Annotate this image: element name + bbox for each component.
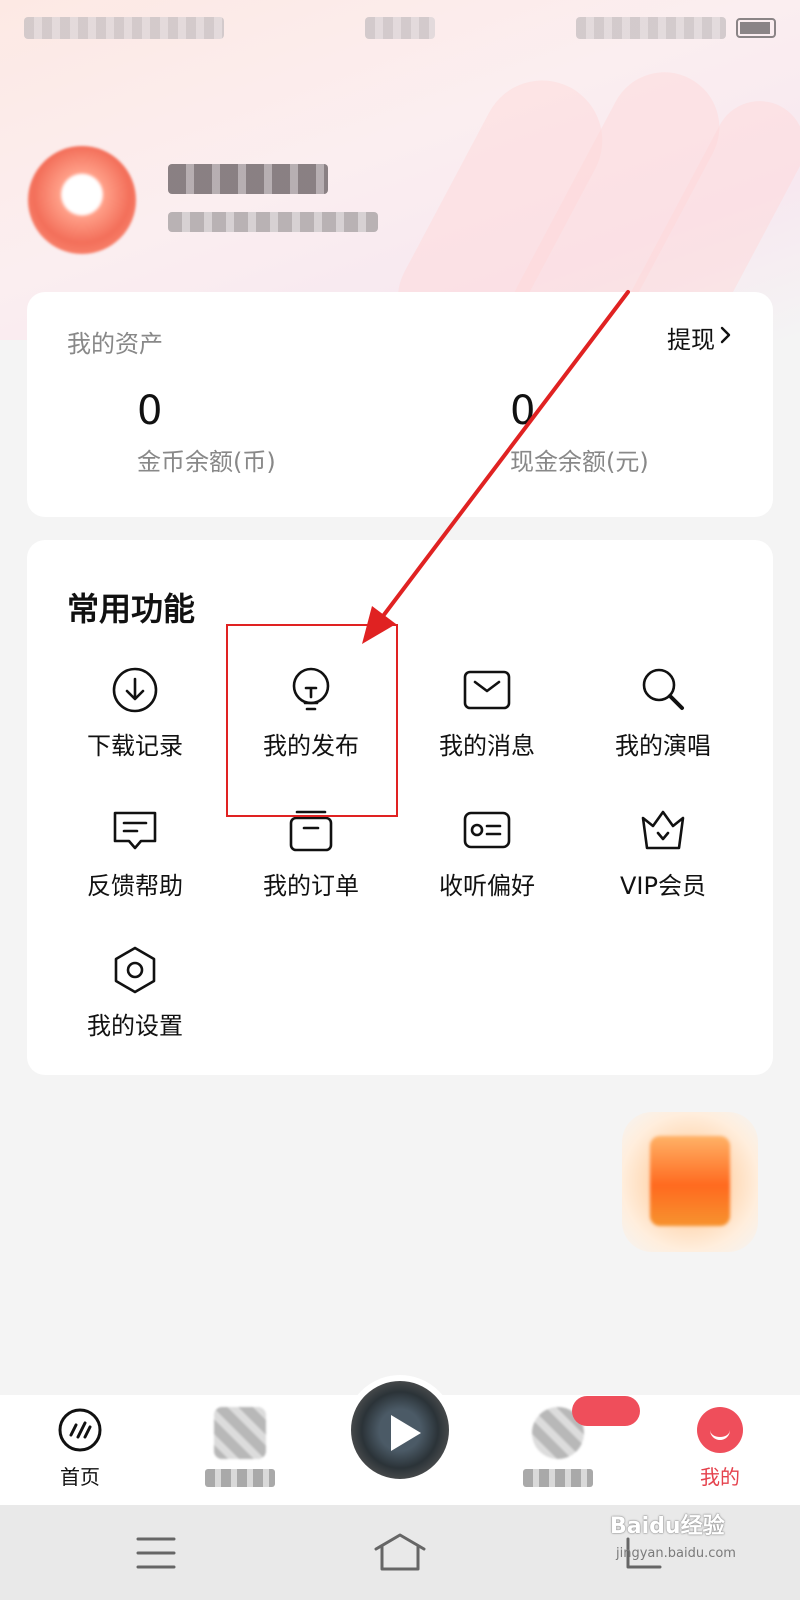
- watermark-url: jingyan.baidu.com: [616, 1546, 736, 1561]
- tab-home[interactable]: 首页: [20, 1407, 140, 1490]
- profile-header[interactable]: [28, 146, 628, 256]
- status-bar: [0, 0, 800, 56]
- watermark-brand: Baidu经验: [610, 1514, 725, 1539]
- cash-balance-value: 0: [510, 388, 536, 434]
- menu-icon[interactable]: [126, 1529, 186, 1577]
- cash-balance[interactable]: 0 现金余额(元): [510, 388, 649, 477]
- function-label: VIP会员: [620, 872, 706, 900]
- floating-promo-badge[interactable]: [622, 1112, 758, 1252]
- home-nav-icon[interactable]: [370, 1529, 430, 1577]
- user-subtitle: [168, 212, 378, 232]
- feedback-icon: [113, 811, 157, 850]
- mini-player-button[interactable]: [345, 1375, 455, 1485]
- common-functions-card: 常用功能 下载记录 我的发布 我的消息 我的演唱 反馈帮助 我的订单 收听偏好 …: [27, 540, 773, 1075]
- crown-icon: [641, 810, 685, 850]
- tab-mine-label: 我的: [700, 1465, 740, 1489]
- coin-balance-value: 0: [137, 388, 163, 434]
- play-icon: [391, 1415, 421, 1451]
- settings-icon: [114, 946, 156, 994]
- withdraw-label: 提现: [667, 326, 715, 354]
- function-grid: 下载记录 我的发布 我的消息 我的演唱 反馈帮助 我的订单 收听偏好 VIP会员…: [47, 664, 753, 1084]
- feedback-help-item[interactable]: 反馈帮助: [47, 804, 223, 944]
- download-history-item[interactable]: 下载记录: [47, 664, 223, 804]
- my-singing-item[interactable]: 我的演唱: [575, 664, 751, 804]
- function-label: 收听偏好: [439, 872, 535, 900]
- coin-balance[interactable]: 0 金币余额(币): [137, 388, 276, 477]
- vip-member-item[interactable]: VIP会员: [575, 804, 751, 944]
- gift-icon: [650, 1136, 730, 1226]
- my-settings-item[interactable]: 我的设置: [47, 944, 223, 1084]
- mine-icon: [697, 1407, 743, 1453]
- listening-preference-item[interactable]: 收听偏好: [399, 804, 575, 944]
- function-label: 我的演唱: [615, 732, 711, 760]
- function-label: 下载记录: [87, 732, 183, 760]
- function-label: 我的订单: [263, 872, 359, 900]
- coin-balance-label: 金币余额(币): [137, 448, 276, 476]
- tab-community-label: [523, 1469, 593, 1487]
- mail-icon: [463, 670, 511, 710]
- section-title: 常用功能: [67, 590, 196, 628]
- signal-indicator: [24, 17, 224, 39]
- function-label: 我的消息: [439, 732, 535, 760]
- chevron-right-icon: [719, 325, 733, 351]
- avatar[interactable]: [28, 146, 136, 254]
- annotation-highlight-box: [226, 624, 398, 817]
- status-icons: [576, 17, 726, 39]
- tab-listen[interactable]: [180, 1407, 300, 1487]
- tab-home-label: 首页: [60, 1465, 100, 1489]
- search-icon: [642, 668, 684, 710]
- battery-icon: [736, 18, 776, 38]
- function-label: 我的设置: [87, 1012, 183, 1040]
- my-orders-item[interactable]: 我的订单: [223, 804, 399, 944]
- assets-card: 我的资产 提现 0 金币余额(币) 0 现金余额(元): [27, 292, 773, 517]
- notification-badge: [572, 1396, 640, 1426]
- preference-icon: [463, 811, 511, 849]
- home-icon: [58, 1408, 102, 1452]
- download-icon: [112, 667, 158, 713]
- cash-balance-label: 现金余额(元): [510, 448, 649, 476]
- my-messages-item[interactable]: 我的消息: [399, 664, 575, 804]
- listen-icon: [214, 1407, 266, 1459]
- username: [168, 164, 328, 194]
- assets-title: 我的资产: [67, 330, 163, 358]
- tab-mine[interactable]: 我的: [660, 1407, 780, 1490]
- function-label: 反馈帮助: [87, 872, 183, 900]
- status-clock: [365, 17, 435, 39]
- tab-listen-label: [205, 1469, 275, 1487]
- withdraw-button[interactable]: 提现: [667, 320, 733, 355]
